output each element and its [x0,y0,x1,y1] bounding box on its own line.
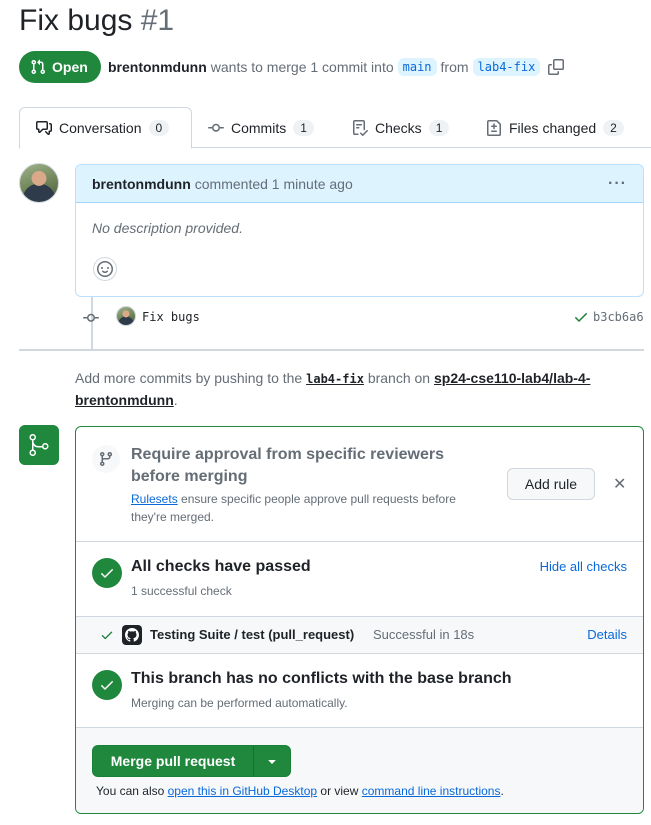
commit-sha[interactable]: b3cb6a6 [593,310,644,324]
merge-alternatives: You can also open this in GitHub Desktop… [96,784,504,798]
triangle-down-icon [268,760,276,764]
base-branch[interactable]: main [397,58,437,76]
tab-commits[interactable]: Commits 1 [192,107,330,148]
also-prefix: You can also [96,784,165,798]
tab-checks-label: Checks [375,119,422,136]
push-note: Add more commits by pushing to the lab4-… [75,368,645,411]
pr-title-text: Fix bugs [19,4,133,37]
smiley-icon [97,261,113,277]
commit-message[interactable]: Fix bugs [142,310,200,324]
from-text: from [440,59,469,75]
github-desktop-link[interactable]: open this in GitHub Desktop [168,784,317,798]
comment-timestamp: commented 1 minute ago [194,175,353,192]
push-note-branch[interactable]: lab4-fix [306,372,364,386]
add-rule-button[interactable]: Add rule [507,468,595,500]
check-details-link[interactable]: Details [587,627,627,642]
tab-commits-label: Commits [231,119,287,136]
or-view-text: or view [320,784,359,798]
tab-checks-count: 1 [428,119,450,136]
tab-files-count: 2 [603,119,624,136]
comment-header: brentonmdunn commented 1 minute ago ··· [76,165,643,203]
ruleset-section: Require approval from specific reviewers… [76,427,643,542]
conversation-icon [36,121,52,135]
commit-author-avatar[interactable] [116,306,136,326]
conflicts-subtext: Merging can be performed automatically. [131,696,348,710]
merge-section: Merge pull request You can also open thi… [76,728,643,813]
github-actions-icon [122,625,142,645]
merge-text: wants to merge 1 commit into [210,59,394,75]
merge-status-icon [19,425,59,465]
check-icon[interactable] [573,309,589,325]
hide-all-checks-link[interactable]: Hide all checks [540,559,627,574]
pr-number: #1 [140,4,175,37]
add-reaction-button[interactable] [93,257,117,281]
tab-files-changed[interactable]: Files changed 2 [470,107,640,148]
state-label: Open [52,59,88,75]
pull-request-icon [31,59,46,75]
close-icon[interactable]: ✕ [613,474,626,494]
push-note-prefix: Add more commits by pushing to the [75,370,303,386]
head-branch[interactable]: lab4-fix [472,58,541,76]
comment-menu-icon[interactable]: ··· [608,175,627,193]
cli-instructions-link[interactable]: command line instructions [362,784,501,798]
git-merge-icon [29,434,49,456]
checks-section: All checks have passed 1 successful chec… [76,542,643,617]
tab-commits-count: 1 [293,119,314,136]
checks-subtext: 1 successful check [131,584,232,598]
checks-heading: All checks have passed [131,558,311,575]
comment-author[interactable]: brentonmdunn [92,176,191,192]
merge-box: Require approval from specific reviewers… [75,426,644,814]
checks-passed-icon [92,558,122,588]
rulesets-link[interactable]: Rulesets [131,492,178,506]
tab-conversation[interactable]: Conversation 0 [19,107,192,149]
ruleset-heading: Require approval from specific reviewers… [131,446,445,485]
state-badge: Open [19,51,101,83]
tab-checks[interactable]: Checks 1 [336,107,465,148]
pr-meta: brentonmdunn wants to merge 1 commit int… [108,58,565,76]
commit-node-icon [83,313,99,322]
pr-tabs: Conversation 0 Commits 1 Checks 1 Files … [19,107,651,149]
merge-pull-request-button[interactable]: Merge pull request [93,746,254,776]
push-note-suffix: . [173,392,178,408]
merge-button-group: Merge pull request [92,745,291,777]
author-avatar[interactable] [19,163,59,203]
tab-files-label: Files changed [509,119,597,136]
tab-conversation-count: 0 [148,120,170,136]
check-name: Testing Suite / test (pull_request) [150,627,355,642]
conflicts-heading: This branch has no conflicts with the ba… [131,670,512,687]
merge-options-dropdown[interactable] [254,746,290,776]
also-suffix: . [500,784,504,798]
comment-body: No description provided. [92,220,243,236]
tab-conversation-label: Conversation [59,120,142,136]
checklist-icon [353,119,368,136]
author-link[interactable]: brentonmdunn [108,59,207,75]
push-note-middle: branch on [367,370,431,386]
copy-icon[interactable] [548,59,565,75]
commit-icon [208,123,224,132]
no-conflicts-icon [92,670,122,700]
check-success-icon [101,631,113,640]
check-status: Successful in 18s [373,627,475,642]
comment-box: brentonmdunn commented 1 minute ago ··· … [75,164,644,297]
conflicts-section: This branch has no conflicts with the ba… [76,654,643,728]
timeline-divider [19,349,644,351]
pr-title: Fix bugs #1 [19,4,174,38]
ruleset-description: ensure specific people approve pull requ… [131,492,456,524]
check-item: Testing Suite / test (pull_request) Succ… [76,617,643,654]
ruleset-text: Rulesets ensure specific people approve … [131,490,481,526]
commit-row: Fix bugs b3cb6a6 [75,303,644,331]
file-diff-icon [487,119,501,136]
branch-rule-icon [92,445,120,473]
